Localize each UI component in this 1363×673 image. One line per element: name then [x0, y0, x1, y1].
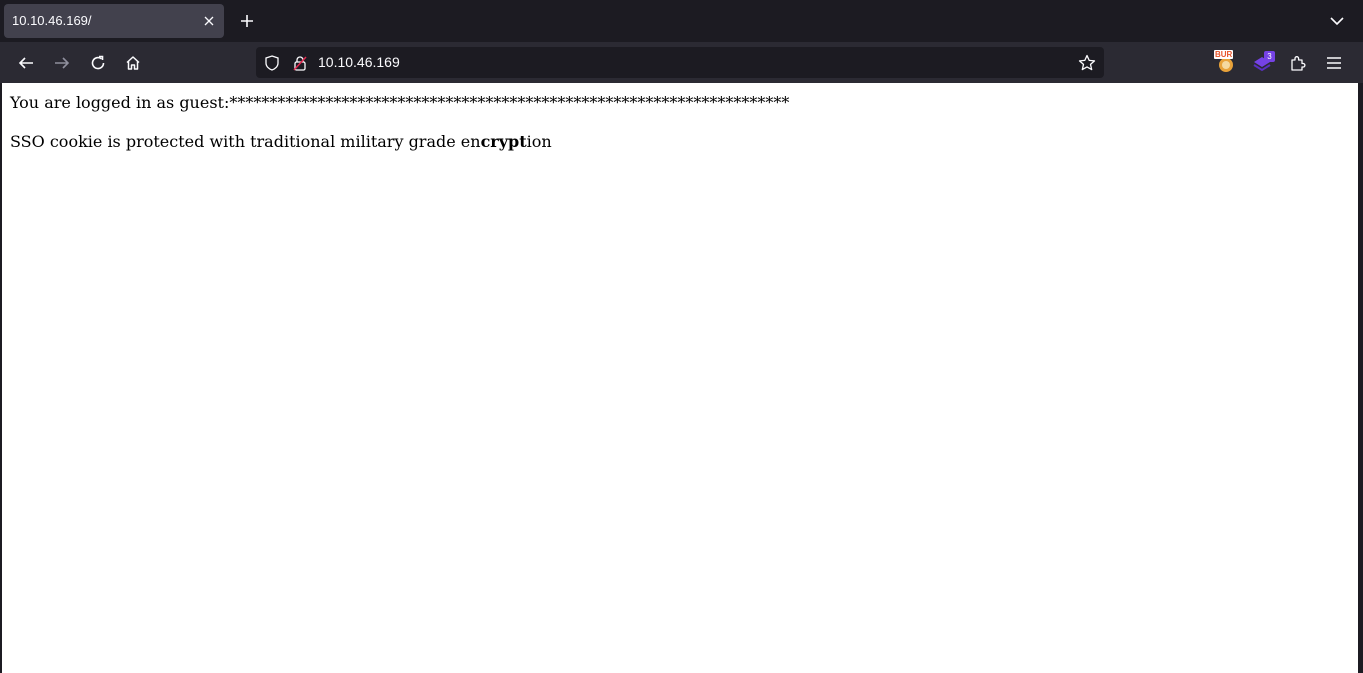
forward-arrow-icon	[55, 57, 70, 69]
sso-message-suffix: ion	[526, 132, 552, 151]
extension-badge: 3	[1264, 51, 1275, 62]
sso-cookie-message: SSO cookie is protected with traditional…	[10, 132, 552, 151]
burp-extension-label: BUR	[1214, 50, 1234, 59]
logged-in-message: You are logged in as guest:*************…	[10, 93, 790, 112]
browser-window: 10.10.46.169/ 10.10.46.169 BUR 3 You are…	[0, 0, 1363, 673]
tab-title: 10.10.46.169/	[12, 13, 92, 28]
sso-message-prefix: SSO cookie is protected with traditional…	[10, 132, 481, 151]
star-icon[interactable]	[1077, 53, 1097, 73]
tab-strip: 10.10.46.169/	[0, 0, 1363, 42]
page-content: You are logged in as guest:*************…	[2, 83, 1358, 673]
window-edge	[1358, 83, 1363, 673]
plus-icon	[241, 15, 253, 27]
extensions-button[interactable]	[1283, 48, 1313, 78]
shield-icon[interactable]	[262, 53, 282, 73]
chevron-down-icon	[1330, 17, 1344, 26]
navigation-toolbar: 10.10.46.169 BUR 3	[0, 42, 1363, 83]
new-tab-button[interactable]	[234, 8, 260, 34]
sso-message-bold: crypt	[480, 132, 527, 151]
url-bar[interactable]: 10.10.46.169	[256, 47, 1104, 78]
forward-button[interactable]	[47, 48, 77, 78]
puzzle-icon	[1291, 56, 1306, 71]
back-arrow-icon	[18, 57, 33, 69]
list-all-tabs-button[interactable]	[1324, 8, 1350, 34]
lock-icon[interactable]	[290, 53, 310, 73]
burp-extension-button[interactable]: BUR	[1211, 48, 1241, 78]
hamburger-menu-icon	[1327, 57, 1341, 69]
app-menu-button[interactable]	[1319, 48, 1349, 78]
url-text[interactable]: 10.10.46.169	[318, 47, 400, 78]
close-icon[interactable]	[200, 12, 218, 30]
reload-icon	[91, 55, 105, 70]
back-button[interactable]	[11, 48, 41, 78]
reload-button[interactable]	[83, 48, 113, 78]
home-icon	[126, 56, 140, 70]
container-extension-button[interactable]: 3	[1247, 48, 1277, 78]
tab-active[interactable]: 10.10.46.169/	[4, 4, 224, 38]
home-button[interactable]	[118, 48, 148, 78]
